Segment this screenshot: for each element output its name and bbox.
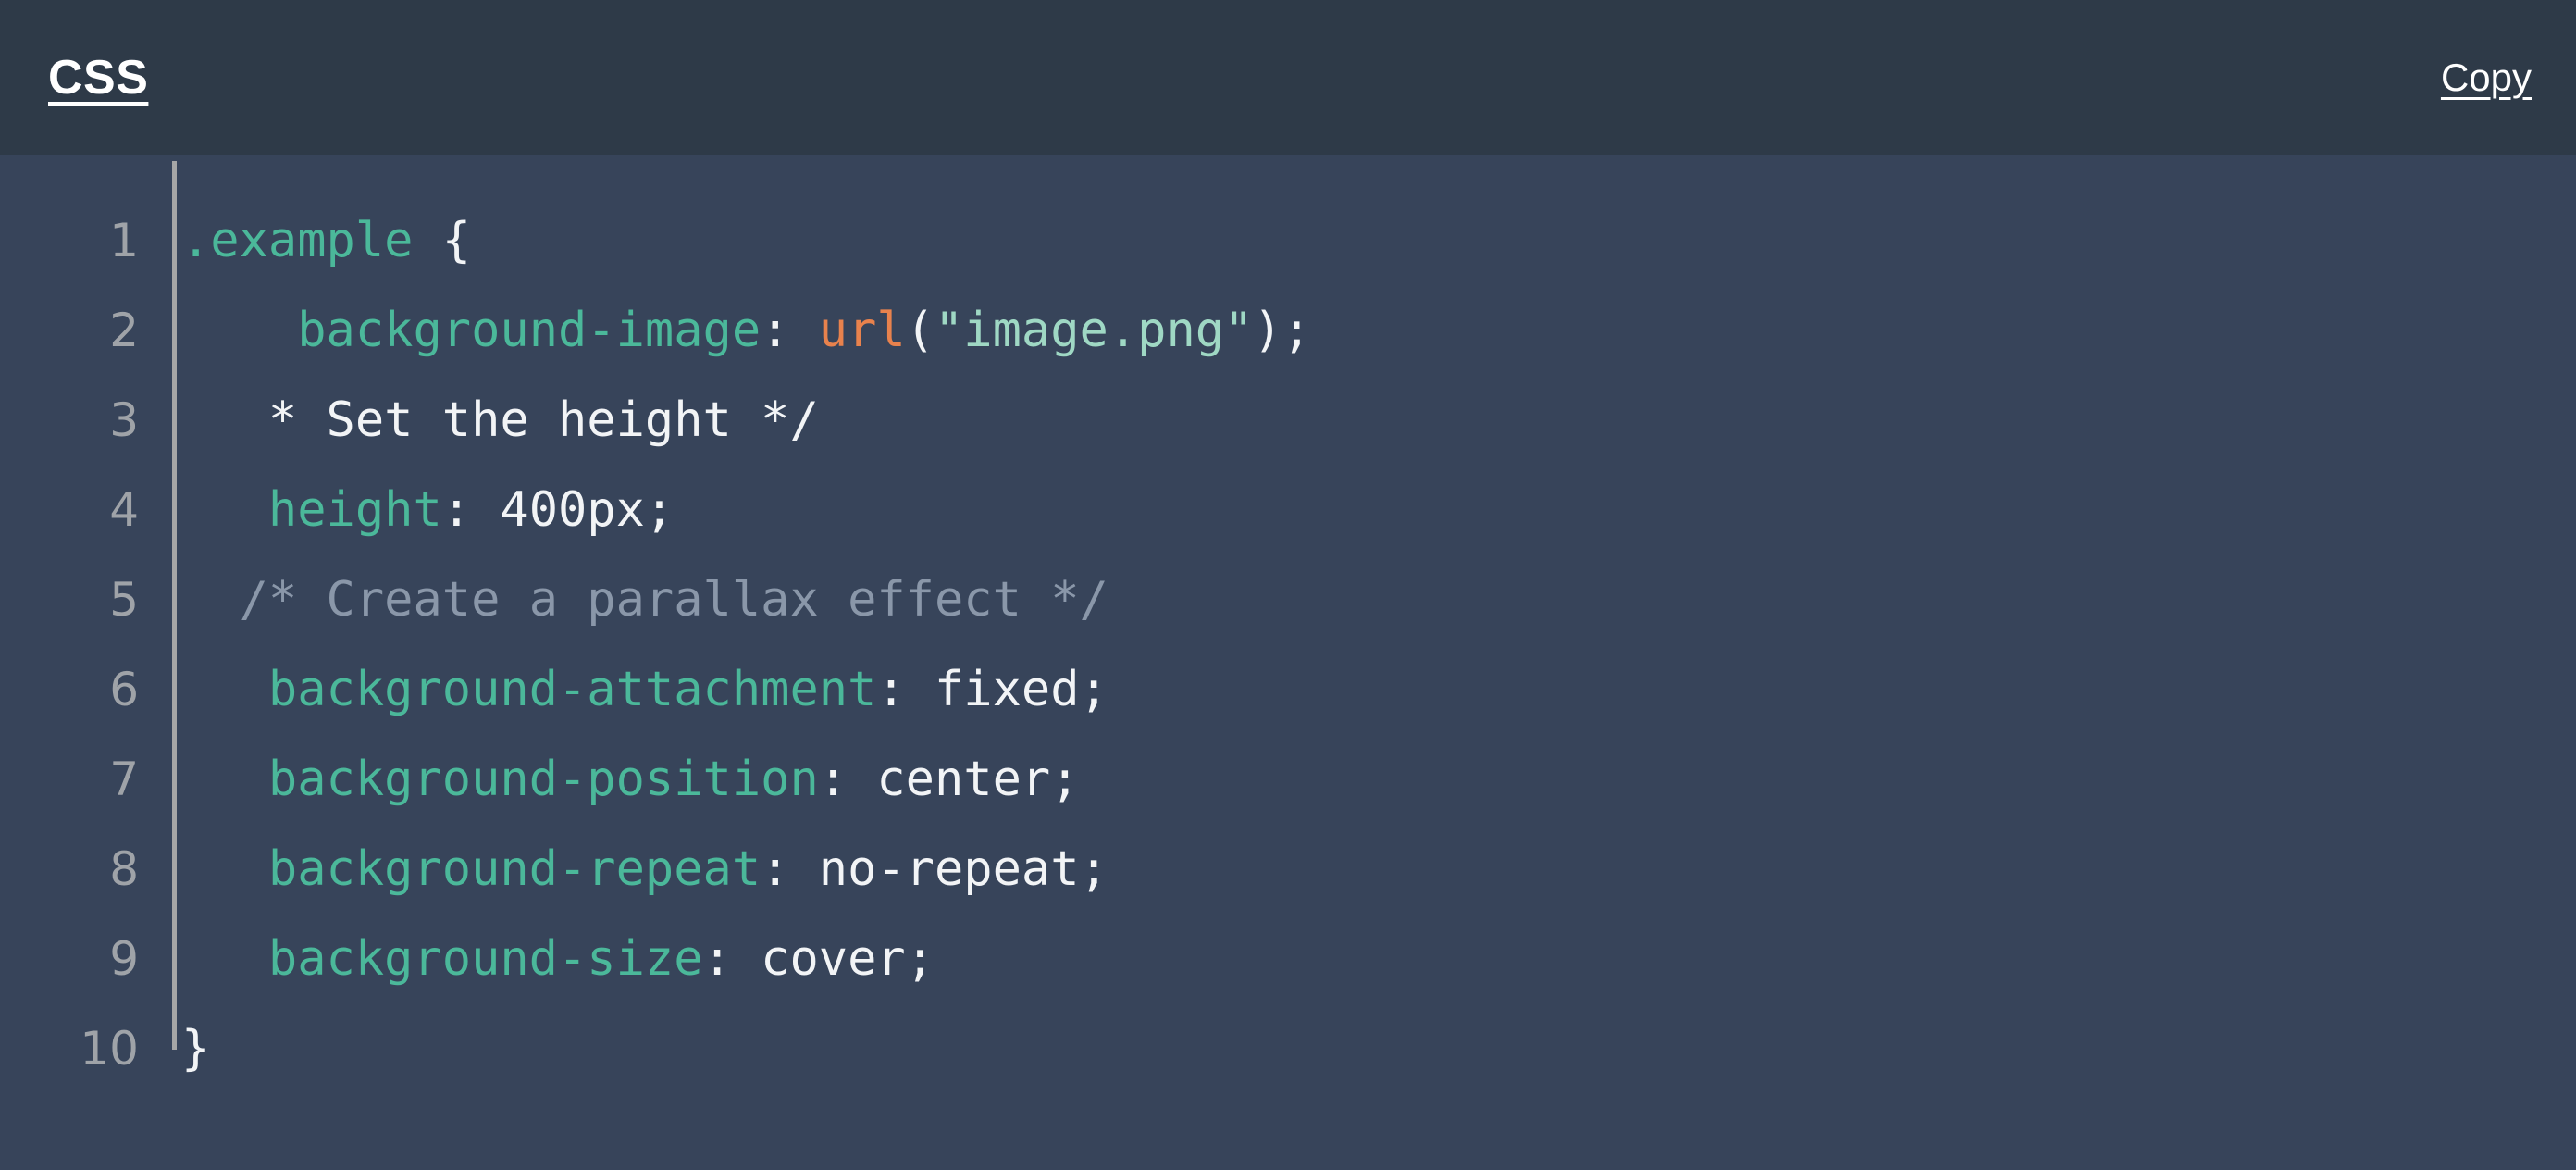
code-block: CSS Copy 1 .example {2 background-image: … (0, 0, 2576, 1170)
code-token-property: background-repeat (267, 841, 762, 897)
code-line: 9 background-size: cover; (0, 915, 2576, 1004)
code-token-property: background-size (267, 931, 703, 987)
code-token-punct: : (876, 662, 935, 717)
code-line-content[interactable]: height: 400px; (139, 466, 674, 555)
code-block-header: CSS Copy (0, 0, 2576, 155)
code-token-punct: : (761, 303, 819, 358)
code-line: 4 height: 400px; (0, 466, 2576, 555)
line-number: 5 (109, 573, 139, 627)
code-line-content[interactable]: /* Create a parallax effect */ (139, 555, 1108, 645)
code-token-value: no-repeat; (818, 841, 1108, 897)
code-token-selector: .example (181, 213, 414, 268)
line-number: 1 (109, 214, 139, 268)
code-token-string: "image.png" (935, 303, 1254, 358)
code-token-comment: /* Create a parallax effect */ (239, 572, 1108, 628)
code-token-punct: : (818, 752, 877, 807)
code-line-content[interactable]: background-attachment: fixed; (139, 645, 1108, 735)
code-line-content[interactable]: background-repeat: no-repeat; (139, 825, 1108, 915)
code-token-punct: : (702, 931, 762, 987)
code-token-plain: * Set the height */ (267, 392, 819, 448)
code-body: 1 .example {2 background-image: url("imag… (0, 155, 2576, 1170)
line-number: 4 (109, 483, 139, 537)
code-token-property: background-position (267, 752, 819, 807)
code-line-content[interactable]: .example { (139, 196, 471, 286)
code-token-value: fixed; (935, 662, 1108, 717)
line-number: 6 (109, 663, 139, 716)
code-line: 8 background-repeat: no-repeat; (0, 825, 2576, 915)
code-line: 2 background-image: url("image.png"); (0, 286, 2576, 376)
language-label[interactable]: CSS (48, 54, 148, 102)
code-token-punct: ( (905, 303, 935, 358)
line-number: 10 (80, 1022, 139, 1076)
code-token-property: background-attachment (267, 662, 877, 717)
code-line-content[interactable]: background-size: cover; (139, 915, 935, 1004)
code-line: 10} (0, 1004, 2576, 1094)
code-token-punct: : (441, 482, 501, 538)
code-token-punct: : (761, 841, 819, 897)
code-line: 1 .example { (0, 196, 2576, 286)
line-number: 2 (109, 304, 139, 357)
code-token-property: background-image (297, 303, 762, 358)
code-line-content[interactable]: background-position: center; (139, 735, 1080, 825)
line-number: 7 (109, 753, 139, 806)
code-line-content[interactable]: * Set the height */ (139, 376, 819, 466)
code-line-list: 1 .example {2 background-image: url("imag… (0, 196, 2576, 1094)
code-line: 6 background-attachment: fixed; (0, 645, 2576, 735)
code-token-value: cover; (761, 931, 935, 987)
code-line-content[interactable]: } (139, 1004, 210, 1094)
code-line: 7 background-position: center; (0, 735, 2576, 825)
code-line: 3 * Set the height */ (0, 376, 2576, 466)
code-line: 5 /* Create a parallax effect */ (0, 555, 2576, 645)
code-token-punct: { (441, 213, 472, 268)
code-token-func: url (818, 303, 906, 358)
code-token-value: 400px; (500, 482, 675, 538)
line-number: 9 (109, 932, 139, 986)
code-token-property: height (267, 482, 442, 538)
code-token-value: center; (876, 752, 1080, 807)
code-token-punct: } (181, 1021, 211, 1077)
line-number: 8 (109, 842, 139, 896)
line-number: 3 (109, 393, 139, 447)
code-line-content[interactable]: background-image: url("image.png"); (139, 286, 1311, 376)
code-token-punct: ); (1253, 303, 1311, 358)
copy-button[interactable]: Copy (2441, 57, 2532, 97)
